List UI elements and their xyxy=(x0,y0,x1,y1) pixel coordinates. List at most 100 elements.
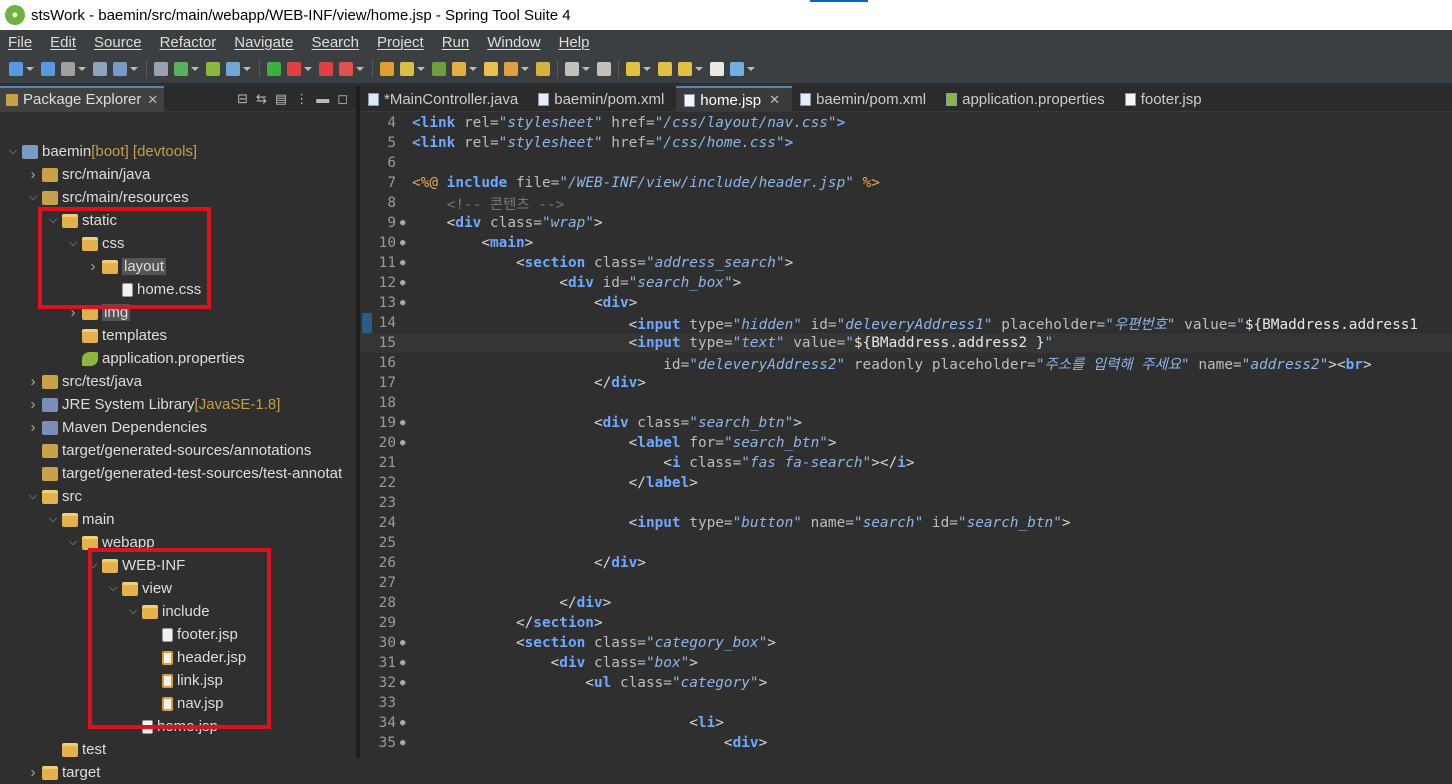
tree-item-src-main-resources[interactable]: ⌵ src/main/resources xyxy=(26,186,189,209)
tree-item-maven-dependencies[interactable]: › Maven Dependencies xyxy=(26,416,208,439)
code-line[interactable]: 28 </div> xyxy=(360,593,1452,613)
code-line[interactable]: 27 xyxy=(360,573,1452,593)
task-icon[interactable] xyxy=(730,61,744,76)
open-type-icon[interactable] xyxy=(380,61,394,76)
code-line[interactable]: 8 <!-- 콘텐츠 --> xyxy=(360,193,1452,213)
fold-icon[interactable]: ● xyxy=(400,718,410,728)
code-line[interactable]: 22 </label> xyxy=(360,473,1452,493)
code-editor[interactable]: 4 <link rel="stylesheet" href="/css/layou… xyxy=(360,113,1452,758)
tree-item-jre-system-library[interactable]: › JRE System Library [JavaSE-1.8] xyxy=(26,393,281,416)
editor-tab-baemin-pom-xml[interactable]: baemin/pom.xml xyxy=(530,86,676,112)
dropdown-arrow-icon[interactable] xyxy=(243,66,251,71)
code-line[interactable]: 29 </section> xyxy=(360,613,1452,633)
fold-icon[interactable]: ● xyxy=(400,278,410,288)
spring-boot-icon[interactable] xyxy=(174,61,188,76)
forward-icon[interactable] xyxy=(710,61,724,76)
code-line[interactable]: 19 ● <div class="search_btn"> xyxy=(360,413,1452,433)
code-line[interactable]: 10 ● <main> xyxy=(360,233,1452,253)
code-line[interactable]: 11 ● <section class="address_search"> xyxy=(360,253,1452,273)
terminate-icon[interactable] xyxy=(319,61,333,76)
link-icon[interactable] xyxy=(154,61,168,76)
code-line[interactable]: 26 </div> xyxy=(360,553,1452,573)
fold-icon[interactable]: ● xyxy=(400,298,410,308)
dropdown-arrow-icon[interactable] xyxy=(469,66,477,71)
view-menu-icon[interactable]: ⋮ xyxy=(295,91,308,107)
tree-item-baemin[interactable]: ⌵ baemin [boot] [devtools] xyxy=(6,140,197,163)
chevron-right-icon[interactable]: › xyxy=(26,764,40,781)
tree-item-target-generated-test-sources-test-annotat[interactable]: target/generated-test-sources/test-annot… xyxy=(26,462,342,485)
open-package-icon[interactable] xyxy=(484,61,498,76)
code-line[interactable]: 33 xyxy=(360,693,1452,713)
close-icon[interactable]: ✕ xyxy=(147,92,158,108)
chevron-down-icon[interactable]: ⌵ xyxy=(26,191,40,204)
refresh-icon[interactable] xyxy=(432,61,446,76)
tree-item-target-generated-sources-annotations[interactable]: target/generated-sources/annotations xyxy=(26,439,311,462)
dropdown-arrow-icon[interactable] xyxy=(191,66,199,71)
tree-item-src-test-java[interactable]: › src/test/java xyxy=(26,370,143,393)
fold-icon[interactable]: ● xyxy=(400,418,410,428)
menu-navigate[interactable]: Navigate xyxy=(226,34,303,51)
dropdown-arrow-icon[interactable] xyxy=(521,66,529,71)
fold-icon[interactable]: ● xyxy=(400,238,410,248)
tree-item-target[interactable]: › target xyxy=(26,761,101,784)
menu-refactor[interactable]: Refactor xyxy=(152,34,227,51)
fold-icon[interactable]: ● xyxy=(400,738,410,748)
dropdown-arrow-icon[interactable] xyxy=(417,66,425,71)
chevron-right-icon[interactable]: › xyxy=(26,396,40,413)
tree-item-src[interactable]: ⌵ src xyxy=(26,485,82,508)
code-line[interactable]: 5 <link rel="stylesheet" href="/css/home.… xyxy=(360,133,1452,153)
chevron-down-icon[interactable]: ⌵ xyxy=(6,145,20,158)
dropdown-arrow-icon[interactable] xyxy=(78,66,86,71)
outline-icon[interactable] xyxy=(565,61,579,76)
code-line[interactable]: 30 ● <section class="category_box"> xyxy=(360,633,1452,653)
link-with-editor-icon[interactable]: ⇆ xyxy=(256,91,267,107)
collapse-all-icon[interactable]: ⊟ xyxy=(237,91,248,107)
chevron-right-icon[interactable]: › xyxy=(26,166,40,183)
code-line[interactable]: 14 <input type="hidden" id="deleveryAddr… xyxy=(360,313,1452,333)
fold-icon[interactable]: ● xyxy=(400,658,410,668)
menu-search[interactable]: Search xyxy=(303,34,369,51)
tree-item-application-properties[interactable]: application.properties xyxy=(66,347,245,370)
brush-icon[interactable] xyxy=(504,61,518,76)
save-all-icon[interactable] xyxy=(93,61,107,76)
back-icon[interactable] xyxy=(678,61,692,76)
prev-annotation-icon[interactable] xyxy=(626,61,640,76)
tree-item-src-main-java[interactable]: › src/main/java xyxy=(26,163,151,186)
code-line[interactable]: 12 ● <div id="search_box"> xyxy=(360,273,1452,293)
menu-help[interactable]: Help xyxy=(551,34,600,51)
code-line[interactable]: 17 </div> xyxy=(360,373,1452,393)
chevron-down-icon[interactable]: ⌵ xyxy=(26,490,40,503)
next-annotation-icon[interactable] xyxy=(658,61,672,76)
debug-icon[interactable] xyxy=(226,61,240,76)
code-line[interactable]: 15 <input type="text" value="${BMaddress… xyxy=(360,333,1452,353)
dropdown-arrow-icon[interactable] xyxy=(26,66,34,71)
open-task-icon[interactable] xyxy=(536,61,550,76)
new-icon[interactable] xyxy=(9,61,23,76)
code-line[interactable]: 24 <input type="button" name="search" id… xyxy=(360,513,1452,533)
chevron-down-icon[interactable]: ⌵ xyxy=(66,536,80,549)
tab-package-explorer[interactable]: Package Explorer ✕ xyxy=(0,85,165,112)
fold-icon[interactable]: ● xyxy=(400,438,410,448)
dropdown-arrow-icon[interactable] xyxy=(130,66,138,71)
tree-item-templates[interactable]: templates xyxy=(66,324,167,347)
editor-tab-footer-jsp[interactable]: footer.jsp xyxy=(1117,86,1214,112)
code-line[interactable]: 32 ● <ul class="category"> xyxy=(360,673,1452,693)
maximize-icon[interactable]: ◻ xyxy=(337,91,348,107)
console-icon[interactable] xyxy=(113,61,127,76)
code-line[interactable]: 20 ● <label for="search_btn"> xyxy=(360,433,1452,453)
fold-icon[interactable]: ● xyxy=(400,258,410,268)
filter-icon[interactable]: ▤ xyxy=(275,91,287,107)
editor-tab-baemin-pom-xml[interactable]: baemin/pom.xml xyxy=(792,86,938,112)
breakpoint-icon[interactable] xyxy=(339,61,353,76)
menu-window[interactable]: Window xyxy=(479,34,550,51)
code-line[interactable]: 4 <link rel="stylesheet" href="/css/layou… xyxy=(360,113,1452,133)
code-line[interactable]: 7 <%@ include file="/WEB-INF/view/include… xyxy=(360,173,1452,193)
code-line[interactable]: 23 xyxy=(360,493,1452,513)
close-icon[interactable]: ✕ xyxy=(769,92,780,108)
menu-project[interactable]: Project xyxy=(369,34,434,51)
chevron-right-icon[interactable]: › xyxy=(26,373,40,390)
save-icon[interactable] xyxy=(61,61,75,76)
code-line[interactable]: 18 xyxy=(360,393,1452,413)
code-line[interactable]: 31 ● <div class="box"> xyxy=(360,653,1452,673)
menu-source[interactable]: Source xyxy=(86,34,152,51)
